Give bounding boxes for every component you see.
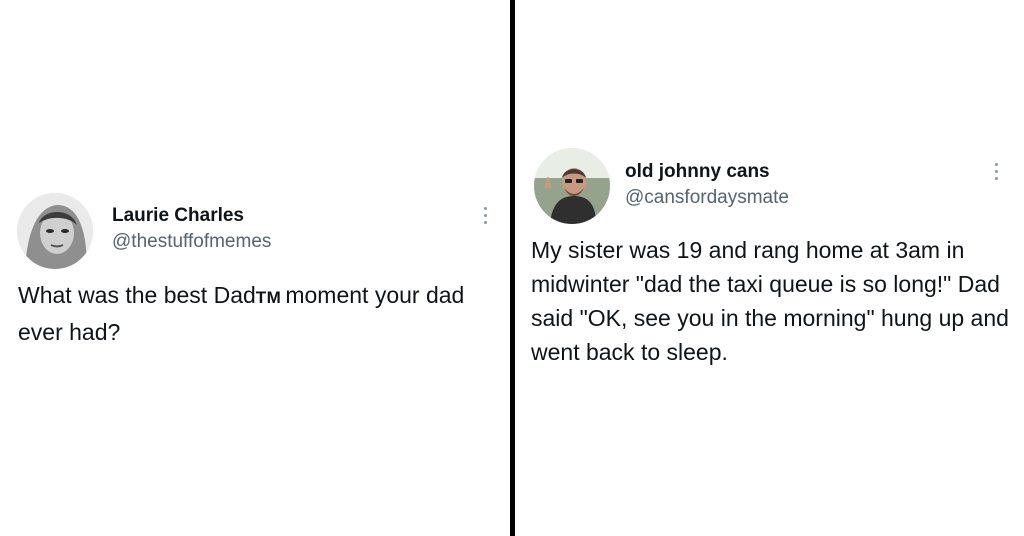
tweet-card-left: Laurie Charles @thestuffofmemes What was… (0, 0, 510, 536)
trademark-mark: TM (255, 288, 282, 307)
tweet-text: My sister was 19 and rang home at 3am in… (531, 237, 1009, 365)
tweet-card-right: old johnny cans @cansfordaysmate My sist… (515, 0, 1024, 536)
profile-photo-icon (17, 193, 93, 269)
avatar[interactable] (17, 193, 93, 269)
author-name[interactable]: old johnny cans (625, 161, 770, 183)
avatar[interactable] (534, 148, 610, 224)
author-handle[interactable]: @thestuffofmemes (112, 231, 271, 253)
vertical-ellipsis-icon[interactable] (994, 161, 1000, 183)
tweet-text: What was the best DadTM moment your dad e… (18, 278, 496, 349)
profile-photo-icon (534, 148, 610, 224)
author-name[interactable]: Laurie Charles (112, 205, 244, 227)
author-handle[interactable]: @cansfordaysmate (625, 187, 789, 209)
tweet-text-part-1: What was the best Dad (18, 282, 256, 308)
vertical-ellipsis-icon[interactable] (483, 205, 489, 227)
